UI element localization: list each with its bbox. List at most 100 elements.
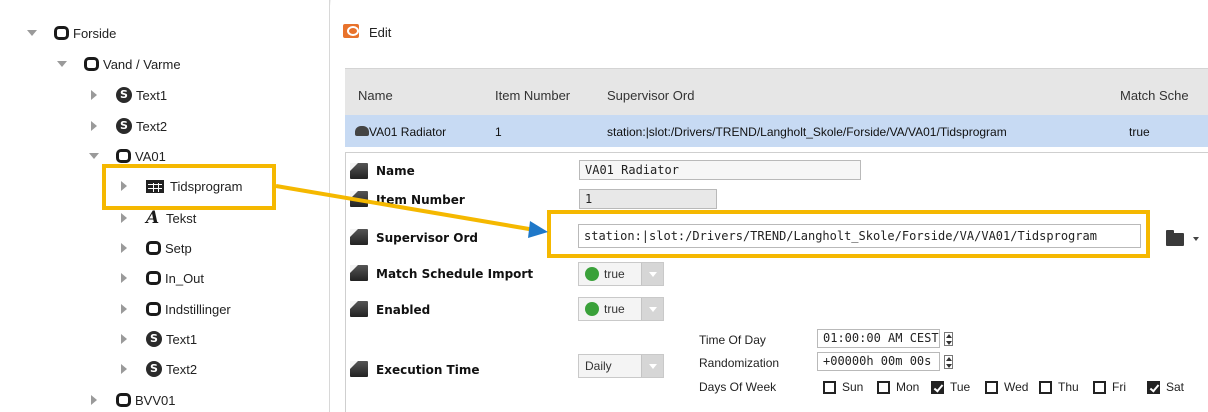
tree-item-label: Setp: [165, 240, 192, 256]
tree-item-label: Text1: [136, 87, 168, 103]
checkbox-sat[interactable]: [1147, 381, 1160, 394]
property-icon: [350, 361, 368, 377]
table-header: Name Item Number Supervisor Ord Match Sc…: [345, 69, 1208, 115]
tree-item-indstillinger[interactable]: Indstillinger: [116, 294, 231, 324]
edit-header: Edit: [331, 0, 1208, 62]
property-icon: [350, 301, 368, 317]
expand-right-icon[interactable]: [116, 270, 132, 286]
tree-item-setp[interactable]: Setp: [116, 233, 192, 263]
column-header-match-schedule[interactable]: Match Sche: [1120, 88, 1189, 103]
folder-icon: [146, 241, 161, 255]
expand-right-icon[interactable]: [116, 331, 132, 347]
item-number-field[interactable]: 1: [579, 189, 717, 209]
tree-item-label: Forside: [73, 25, 117, 41]
checkbox-tue[interactable]: [931, 381, 944, 394]
cell-match: true: [1129, 125, 1150, 139]
execution-mode-value: Daily: [585, 359, 612, 373]
tree-item-label: Text1: [166, 331, 198, 347]
tree-item-label: In_Out: [165, 270, 205, 286]
checkbox-label-tue: Tue: [950, 380, 971, 394]
randomization-label: Randomization: [699, 356, 780, 370]
tree-item-text2-sub[interactable]: S Text2: [116, 354, 197, 384]
execution-time-label: Execution Time: [376, 363, 480, 377]
tree-item-text1-sub[interactable]: S Text1: [116, 324, 197, 354]
spinner-icon[interactable]: [944, 332, 953, 346]
checkbox-wed[interactable]: [985, 381, 998, 394]
folder-icon: [116, 149, 131, 163]
time-of-day-field[interactable]: 01:00:00 AM CEST: [817, 329, 940, 348]
tree-item-label: Text2: [166, 361, 198, 377]
column-header-name[interactable]: Name: [358, 88, 393, 103]
tree-item-label: Tekst: [166, 210, 197, 226]
folder-icon: [146, 302, 161, 316]
match-schedule-import-select[interactable]: true: [578, 262, 664, 286]
folder-browse-icon[interactable]: [1166, 230, 1184, 246]
tree-item-vand-varme[interactable]: Vand / Varme: [54, 49, 181, 79]
table-row[interactable]: VA01 Radiator 1 station:|slot:/Drivers/T…: [345, 115, 1208, 147]
checkbox-label-sun: Sun: [842, 380, 864, 394]
checkbox-thu[interactable]: [1039, 381, 1052, 394]
checkbox-label-thu: Thu: [1058, 380, 1079, 394]
cloud-schedule-icon: [355, 126, 369, 136]
edit-table: Name Item Number Supervisor Ord Match Sc…: [345, 68, 1208, 152]
checkbox-label-sat: Sat: [1166, 380, 1185, 394]
folder-icon: [84, 57, 99, 71]
folder-icon: [54, 26, 69, 40]
tree-item-text2[interactable]: S Text2: [86, 111, 167, 141]
enabled-label: Enabled: [376, 303, 431, 317]
property-icon: [350, 229, 368, 245]
expand-right-icon[interactable]: [86, 87, 102, 103]
tree-item-text1[interactable]: S Text1: [86, 80, 167, 110]
s-badge-icon: S: [116, 118, 132, 134]
expand-right-icon[interactable]: [116, 240, 132, 256]
days-of-week-label: Days Of Week: [699, 380, 777, 394]
enabled-select[interactable]: true: [578, 297, 664, 321]
match-schedule-import-label: Match Schedule Import: [376, 267, 534, 281]
checkbox-label-wed: Wed: [1004, 380, 1029, 394]
tree-item-forside[interactable]: Forside: [24, 18, 116, 48]
s-badge-icon: S: [146, 361, 162, 377]
column-header-item-number[interactable]: Item Number: [495, 88, 570, 103]
edit-icon: [343, 24, 359, 38]
property-icon: [350, 265, 368, 281]
checkbox-fri[interactable]: [1093, 381, 1106, 394]
dropdown-arrow-icon[interactable]: [641, 355, 663, 377]
tree-item-bvv01[interactable]: BVV01: [86, 385, 175, 412]
chevron-down-icon[interactable]: [1193, 237, 1199, 241]
highlight-box-tree: [102, 164, 276, 210]
cell-item-number: 1: [495, 125, 502, 139]
expand-right-icon[interactable]: [86, 392, 102, 408]
spinner-icon[interactable]: [944, 355, 953, 369]
randomization-field[interactable]: +00000h 00m 00s: [817, 352, 940, 371]
name-label: Name: [376, 164, 415, 178]
expand-down-icon[interactable]: [86, 148, 102, 164]
expand-right-icon[interactable]: [86, 118, 102, 134]
tree-item-in-out[interactable]: In_Out: [116, 263, 204, 293]
expand-right-icon[interactable]: [116, 361, 132, 377]
column-header-supervisor-ord[interactable]: Supervisor Ord: [607, 88, 694, 103]
name-field[interactable]: VA01 Radiator: [579, 160, 861, 180]
checkbox-mon[interactable]: [877, 381, 890, 394]
checkbox-label-mon: Mon: [896, 380, 920, 394]
s-badge-icon: S: [116, 87, 132, 103]
status-dot-icon: [585, 302, 599, 316]
tree-item-label: BVV01: [135, 392, 176, 408]
text-a-icon: A: [146, 208, 160, 228]
s-badge-icon: S: [146, 331, 162, 347]
expand-right-icon[interactable]: [116, 301, 132, 317]
cell-supervisor-ord: station:|slot:/Drivers/TREND/Langholt_Sk…: [607, 125, 1007, 139]
cell-name: VA01 Radiator: [369, 125, 447, 139]
execution-mode-select[interactable]: Daily: [578, 354, 664, 378]
item-number-label: Item Number: [376, 193, 465, 207]
status-dot-icon: [585, 267, 599, 281]
time-of-day-label: Time Of Day: [699, 333, 766, 347]
tree-item-label: VA01: [135, 148, 166, 164]
dropdown-arrow-icon[interactable]: [641, 263, 663, 285]
expand-down-icon[interactable]: [54, 56, 70, 72]
expand-right-icon[interactable]: [116, 210, 132, 226]
checkbox-sun[interactable]: [823, 381, 836, 394]
dropdown-arrow-icon[interactable]: [641, 298, 663, 320]
property-icon: [350, 191, 368, 207]
expand-down-icon[interactable]: [24, 25, 40, 41]
tree-item-label: Indstillinger: [165, 301, 231, 317]
